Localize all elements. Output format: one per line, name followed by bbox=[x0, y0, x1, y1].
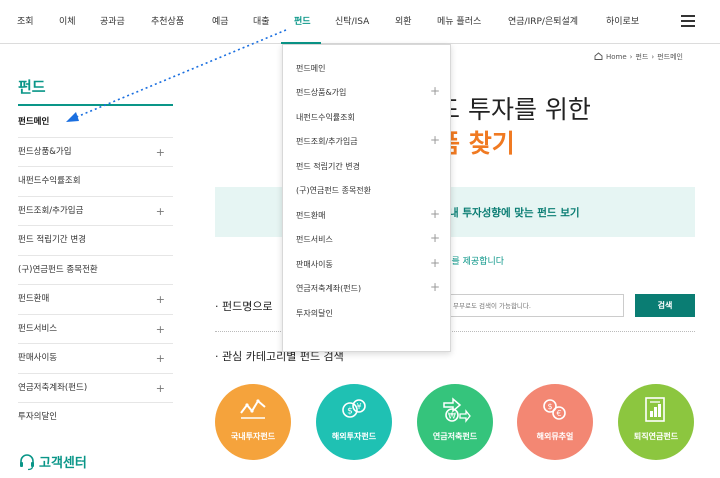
annotation-arrow bbox=[66, 29, 287, 122]
